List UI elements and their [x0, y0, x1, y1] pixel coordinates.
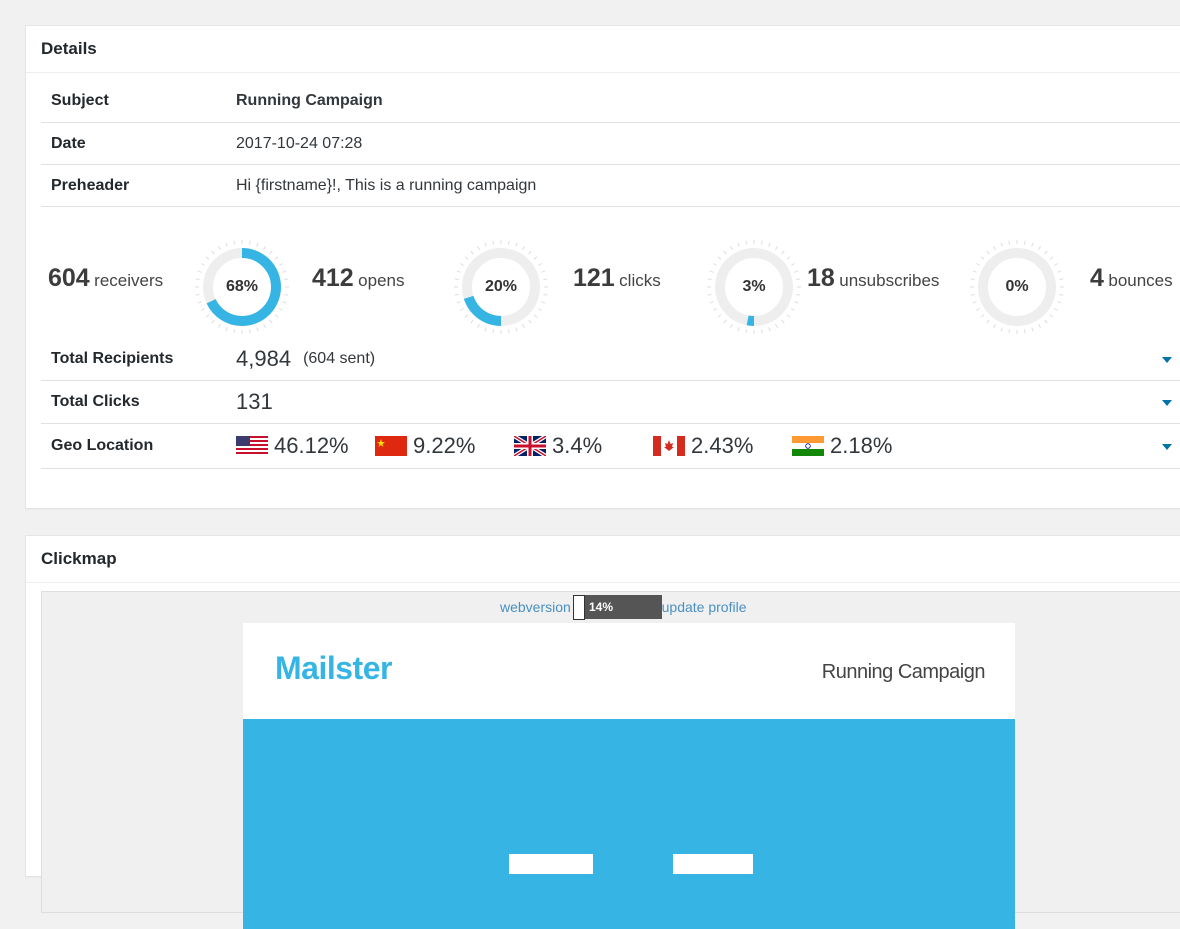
ca-flag-icon	[653, 436, 685, 456]
geo-item-in: 2.18%	[792, 433, 909, 459]
click-rate-tooltip: 14%	[574, 595, 662, 619]
bounces-stat: 4 bounces	[1090, 264, 1173, 293]
preheader-row: Preheader Hi {firstname}!, This is a run…	[41, 165, 1180, 207]
receivers-stat: 604 receivers	[48, 264, 163, 293]
details-panel: Details Subject Running Campaign Date 20…	[25, 25, 1180, 509]
geo-value-cn: 9.22%	[413, 433, 476, 458]
caret-down-icon	[1162, 356, 1173, 363]
details-title: Details	[26, 26, 1180, 73]
clickmap-title: Clickmap	[26, 536, 1180, 583]
bounces-rate: 0%	[1005, 278, 1029, 295]
preheader-label: Preheader	[51, 176, 130, 194]
webversion-link[interactable]: webversion	[500, 599, 571, 615]
geo-value-gb: 3.4%	[552, 433, 603, 458]
gb-flag-icon	[514, 436, 546, 456]
opens-stat: 412 opens	[312, 264, 405, 293]
preheader-value: Hi {firstname}!, This is a running campa…	[236, 176, 537, 194]
clicks-count: 121	[573, 264, 615, 292]
geo-location-details-link[interactable]: det	[1162, 438, 1180, 455]
geo-value-ca: 2.43%	[691, 433, 754, 458]
opens-count: 412	[312, 264, 354, 292]
tooltip-marker	[573, 595, 585, 620]
clicks-rate: 20%	[484, 278, 518, 295]
receivers-label: receivers	[94, 271, 164, 290]
unsubscribes-rate: 3%	[742, 278, 766, 295]
total-clicks-row: Total Clicks 131 det	[41, 381, 1180, 424]
date-row: Date 2017-10-24 07:28	[41, 123, 1180, 165]
email-hero-image	[243, 719, 1015, 929]
hero-shape-right	[673, 854, 753, 874]
unsubscribes-count: 18	[807, 264, 835, 292]
mailster-logo: Mailster	[275, 650, 392, 686]
caret-down-icon	[1162, 443, 1173, 450]
opens-rate: 68%	[225, 278, 259, 295]
bounces-count: 4	[1090, 264, 1104, 292]
geo-list: 46.12% 9.22% 3.4% 2.43% 2.18%	[236, 433, 931, 459]
opens-label: opens	[358, 271, 405, 290]
caret-down-icon	[1162, 399, 1173, 406]
geo-item-us: 46.12%	[236, 433, 353, 459]
us-flag-icon	[236, 436, 268, 456]
email-preview: Mailster Running Campaign	[243, 623, 1015, 929]
clickmap-preview: webversion unsubscribe | update profile …	[41, 591, 1180, 929]
subject-value: Running Campaign	[236, 92, 383, 109]
subject-label: Subject	[51, 92, 109, 109]
geo-item-gb: 3.4%	[514, 433, 631, 459]
hero-shape-left	[509, 854, 593, 874]
geo-location-label: Geo Location	[51, 437, 154, 454]
clicks-stat: 121 clicks	[573, 264, 661, 293]
email-subject: Running Campaign	[821, 661, 986, 683]
receivers-count: 604	[48, 264, 90, 292]
geo-location-row: Geo Location 46.12% 9.22% 3.4% 2.43% 2.1…	[41, 424, 1180, 469]
clickmap-panel: Clickmap webversion unsubscribe | update…	[25, 535, 1180, 929]
email-header: Mailster Running Campaign	[243, 623, 1015, 719]
update-profile-link[interactable]: update profile	[662, 599, 747, 615]
total-recipients-value: 4,984	[236, 346, 292, 371]
date-label: Date	[51, 134, 86, 152]
in-flag-icon	[792, 436, 824, 456]
total-recipients-label: Total Recipients	[51, 350, 174, 367]
total-recipients-row: Total Recipients 4,984 (604 sent) det	[41, 338, 1180, 381]
unsubscribes-label: unsubscribes	[839, 271, 940, 290]
total-recipients-details-link[interactable]: det	[1162, 351, 1180, 368]
bounces-label: bounces	[1108, 271, 1173, 290]
geo-value-us: 46.12%	[274, 433, 349, 458]
cn-flag-icon	[375, 436, 407, 456]
total-recipients-sent: (604 sent)	[303, 350, 376, 367]
total-clicks-value: 131	[236, 389, 273, 414]
geo-item-ca: 2.43%	[653, 433, 770, 459]
clicks-label: clicks	[619, 271, 661, 290]
date-value: 2017-10-24 07:28	[236, 134, 363, 152]
geo-item-cn: 9.22%	[375, 433, 492, 459]
total-clicks-details-link[interactable]: det	[1162, 394, 1180, 411]
total-clicks-label: Total Clicks	[51, 393, 140, 410]
subject-row: Subject Running Campaign	[41, 80, 1180, 123]
geo-value-in: 2.18%	[830, 433, 893, 458]
unsubscribes-stat: 18 unsubscribes	[807, 264, 939, 293]
